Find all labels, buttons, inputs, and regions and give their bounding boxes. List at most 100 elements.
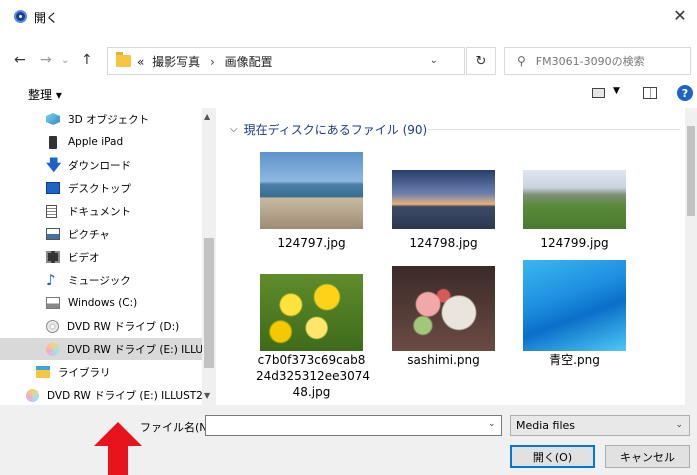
- dvd-icon: [46, 319, 59, 333]
- thumbnail-image: [523, 170, 626, 229]
- filename-dropdown-icon[interactable]: ⌄: [488, 419, 496, 429]
- sidebar-item-label: 3D オブジェクト: [68, 113, 150, 126]
- group-divider: [428, 129, 680, 130]
- file-name: 124799.jpg: [540, 236, 609, 250]
- sidebar-item-windows-c[interactable]: Windows (C:): [0, 292, 202, 314]
- preview-pane-icon[interactable]: [643, 87, 657, 99]
- open-button[interactable]: 開く(O): [510, 445, 595, 468]
- cancel-button[interactable]: キャンセル: [605, 445, 690, 468]
- sidebar-item-label: DVD RW ドライブ (D:): [67, 320, 180, 333]
- sidebar-item-dvd-e[interactable]: DVD RW ドライブ (E:) ILLUST: [0, 338, 216, 360]
- document-icon: [46, 204, 57, 218]
- breadcrumb: « 撮影写真 › 画像配置: [137, 53, 273, 70]
- sidebar-item-label: ライブラリ: [58, 366, 111, 379]
- search-box[interactable]: ⚲ FM3061-3090の検索: [504, 47, 691, 75]
- back-arrow-icon[interactable]: ←: [14, 52, 26, 68]
- music-icon: ♪: [46, 271, 56, 289]
- group-header-label: 現在ディスクにあるファイル (90): [243, 123, 428, 137]
- desktop-icon: [46, 182, 60, 194]
- dvd-disc-icon: [26, 388, 39, 402]
- navigation-row: ← → ⌄ ↑ « 撮影写真 › 画像配置 ⌄ ↻ ⚲ FM3061-3090の…: [0, 42, 697, 80]
- file-list-pane: ⌵ 現在ディスクにあるファイル (90) 124797.jpg 124798.j…: [218, 108, 697, 405]
- nav-scrollbar-thumb[interactable]: [204, 238, 214, 368]
- file-name: sashimi.png: [407, 353, 480, 367]
- refresh-icon[interactable]: ↻: [466, 47, 496, 75]
- file-name: c7b0f373c69cab8 24d325312ee3074 48.jpg: [256, 352, 370, 400]
- sidebar-item-label: ビデオ: [68, 251, 100, 264]
- thumbnail-image: [260, 274, 363, 351]
- file-name: 124798.jpg: [409, 236, 478, 250]
- sidebar-item-label: Apple iPad: [68, 136, 124, 148]
- help-icon[interactable]: ?: [677, 85, 693, 101]
- download-icon: 🡇: [46, 156, 62, 174]
- sidebar-item-pictures[interactable]: ピクチャ: [0, 223, 202, 245]
- close-icon[interactable]: ✕: [663, 0, 697, 30]
- sidebar-item-music[interactable]: ♪ ミュージック: [0, 269, 202, 291]
- filename-field[interactable]: [205, 415, 502, 436]
- sidebar-item-label: ダウンロード: [68, 159, 131, 172]
- ipad-icon: [49, 135, 57, 149]
- cube-icon: [46, 113, 60, 125]
- recent-locations-chevron-icon[interactable]: ⌄: [61, 55, 69, 66]
- breadcrumb-separator[interactable]: ›: [210, 55, 215, 69]
- file-name-line: 48.jpg: [292, 385, 331, 399]
- view-dropdown-icon[interactable]: ▼: [613, 86, 620, 96]
- chevron-down-icon: ⌄: [675, 420, 683, 430]
- group-header[interactable]: ⌵ 現在ディスクにあるファイル (90): [230, 121, 427, 138]
- chevron-down-icon[interactable]: ⌵: [230, 124, 238, 135]
- dvd-disc-icon: [46, 342, 59, 356]
- title-bar: 開く ✕: [0, 0, 697, 34]
- sidebar-item-videos[interactable]: ビデオ: [0, 246, 202, 268]
- folder-icon: [116, 52, 131, 67]
- command-bar: 整理 ▾ ▼ ?: [0, 82, 697, 106]
- address-dropdown-icon[interactable]: ⌄: [430, 55, 438, 66]
- file-type-select[interactable]: Media files ⌄: [510, 415, 690, 436]
- sidebar-item-label: Windows (C:): [68, 297, 138, 309]
- search-icon: ⚲: [517, 54, 526, 68]
- window-title: 開く: [34, 11, 59, 25]
- content-scrollbar-thumb[interactable]: [687, 126, 695, 216]
- file-name: 124797.jpg: [277, 236, 346, 250]
- scroll-down-icon[interactable]: ▼: [204, 391, 210, 400]
- drive-icon: [46, 297, 60, 309]
- file-type-value: Media files: [516, 419, 576, 432]
- sidebar-item-3d-objects[interactable]: 3D オブジェクト: [0, 108, 202, 130]
- sidebar-item-label: ミュージック: [68, 274, 131, 287]
- sidebar-item-label: デスクトップ: [68, 182, 131, 195]
- navigation-pane: 3D オブジェクト Apple iPad 🡇 ダウンロード デスクトップ ドキュ…: [0, 108, 216, 405]
- pictures-icon: [46, 228, 60, 240]
- breadcrumb-item[interactable]: 撮影写真: [152, 55, 200, 69]
- sidebar-item-documents[interactable]: ドキュメント: [0, 200, 202, 222]
- scroll-up-icon[interactable]: ▲: [204, 112, 210, 121]
- thumbnail-image: [392, 266, 495, 351]
- library-icon: [36, 366, 50, 378]
- file-name: 青空.png: [549, 353, 600, 367]
- sidebar-item-label: DVD RW ドライブ (E:) ILLUST: [67, 343, 216, 356]
- file-open-dialog: 開く ✕ ← → ⌄ ↑ « 撮影写真 › 画像配置 ⌄ ↻ ⚲ FM3061-…: [0, 0, 697, 475]
- file-name-line: c7b0f373c69cab8: [257, 353, 366, 367]
- sidebar-item-label: DVD RW ドライブ (E:) ILLUST2c: [47, 389, 209, 402]
- sidebar-item-dvd-e-root[interactable]: DVD RW ドライブ (E:) ILLUST2c: [0, 384, 209, 405]
- thumbnail-image: [523, 260, 626, 351]
- breadcrumb-overflow[interactable]: «: [137, 55, 144, 69]
- thumbnail-image: [260, 152, 363, 229]
- video-icon: [46, 251, 60, 263]
- sidebar-item-libraries[interactable]: ライブラリ: [0, 361, 202, 383]
- sidebar-item-label: ピクチャ: [68, 228, 110, 241]
- search-input[interactable]: FM3061-3090の検索: [536, 53, 645, 69]
- up-arrow-icon[interactable]: ↑: [81, 52, 93, 68]
- breadcrumb-item[interactable]: 画像配置: [225, 55, 273, 69]
- sidebar-item-dvd-d[interactable]: DVD RW ドライブ (D:): [0, 315, 202, 337]
- thumbnail-image: [392, 170, 495, 229]
- forward-arrow-icon[interactable]: →: [40, 52, 52, 68]
- sidebar-item-apple-ipad[interactable]: Apple iPad: [0, 131, 202, 153]
- view-options-icon[interactable]: [592, 88, 605, 98]
- file-name-line: 24d325312ee3074: [256, 369, 370, 383]
- address-bar[interactable]: « 撮影写真 › 画像配置 ⌄: [107, 47, 465, 75]
- organize-menu-button[interactable]: 整理 ▾: [28, 86, 62, 103]
- sidebar-item-label: ドキュメント: [68, 205, 131, 218]
- app-icon: [14, 10, 27, 23]
- annotation-arrow-icon: [94, 422, 142, 475]
- sidebar-item-downloads[interactable]: 🡇 ダウンロード: [0, 154, 202, 176]
- sidebar-item-desktop[interactable]: デスクトップ: [0, 177, 202, 199]
